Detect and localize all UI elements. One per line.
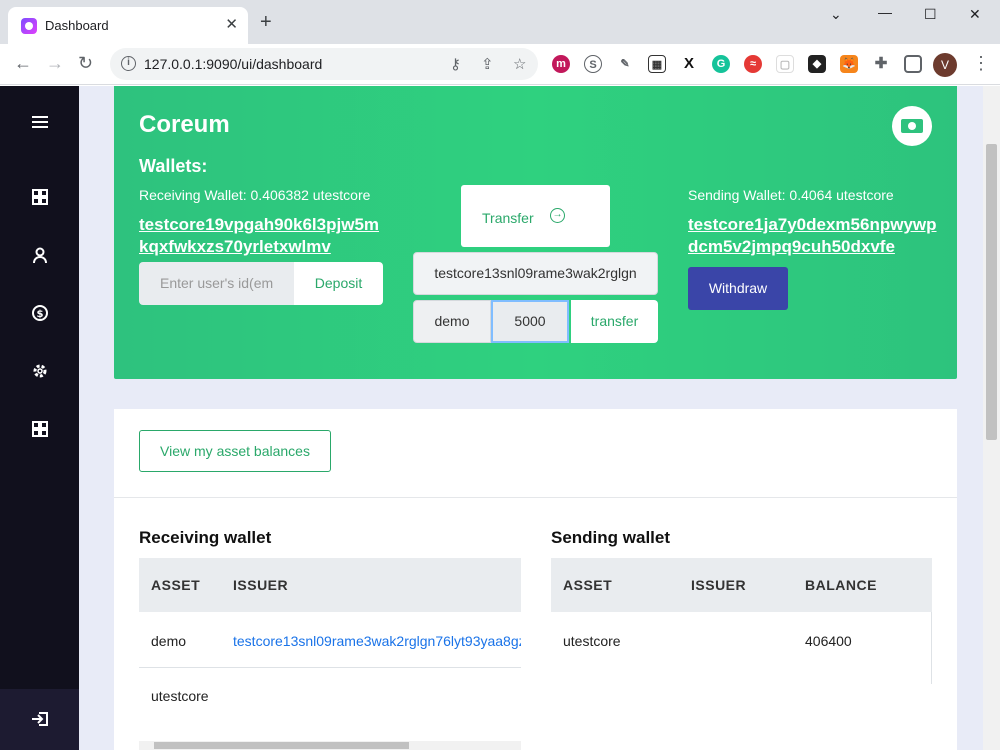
tab-close-icon[interactable]: ✕ (225, 15, 238, 33)
address-bar[interactable]: i 127.0.0.1:9090/ui/dashboard ⚷ ⇪ ☆ (110, 48, 538, 80)
dollar-coin-icon[interactable]: $ (31, 304, 49, 322)
minimize-icon[interactable]: — (878, 4, 892, 20)
qr-code-icon[interactable]: ▦ (648, 55, 666, 73)
sidebar: $ (0, 86, 79, 750)
table-cell-asset: demo (151, 633, 187, 649)
settings-gear-icon[interactable] (31, 362, 49, 380)
share-icon[interactable]: ⇪ (481, 55, 494, 73)
dashboard-grid-icon[interactable] (31, 188, 49, 206)
forward-icon[interactable]: → (46, 53, 64, 73)
profile-avatar[interactable]: V (933, 53, 957, 77)
key-icon[interactable]: ⚷ (450, 55, 461, 73)
sending-wallet-address-link[interactable]: testcore1ja7y0dexm56npwywpdcm5v2jmpq9cuh… (688, 214, 938, 258)
skype-icon[interactable]: S (584, 55, 602, 73)
app-favicon-icon (21, 18, 37, 34)
grid-extension-icon[interactable]: ▢ (776, 55, 794, 73)
back-icon[interactable]: ← (14, 53, 32, 73)
amount-input[interactable]: 5000 (491, 300, 569, 343)
browser-toolbar: ← → ↻ i 127.0.0.1:9090/ui/dashboard ⚷ ⇪ … (0, 44, 1000, 85)
browser-tab[interactable]: Dashboard ✕ (8, 7, 248, 44)
menu-icon[interactable] (31, 113, 49, 131)
sending-wallet-table: ASSET ISSUER BALANCE utestcore 406400 (551, 558, 932, 750)
column-header-balance: BALANCE (805, 577, 877, 593)
brand-title: Coreum (139, 111, 230, 138)
logout-icon[interactable] (31, 710, 49, 728)
site-info-icon[interactable]: i (121, 56, 136, 71)
sending-wallet-heading: Sending wallet (551, 528, 671, 547)
receiving-wallet-label: Receiving Wallet: 0.406382 utestcore (139, 187, 371, 203)
url-text[interactable]: 127.0.0.1:9090/ui/dashboard (144, 56, 322, 72)
deposit-user-id-input[interactable]: Enter user's id(em (139, 262, 294, 305)
wallet-banner: Coreum Wallets: Receiving Wallet: 0.4063… (114, 86, 957, 379)
transfer-submit-button[interactable]: transfer (571, 300, 658, 343)
table-cell-asset: utestcore (563, 633, 621, 649)
red-extension-icon[interactable]: ≈ (744, 55, 762, 73)
cube-extension-icon[interactable]: ◆ (808, 55, 826, 73)
dashboard-page: $ Coreum Wallets: Receiving Wallet: 0.40… (0, 86, 1000, 750)
bird-extension-icon[interactable]: ✎ (616, 55, 634, 73)
maximize-icon[interactable]: ☐ (924, 6, 937, 23)
browser-titlebar: Dashboard ✕ + ⌄ — ☐ ✕ (0, 0, 1000, 44)
tab-search-chevron-icon[interactable]: ⌄ (830, 6, 842, 23)
svg-text:$: $ (37, 309, 44, 320)
logout-area[interactable] (0, 689, 79, 750)
arrow-right-circle-icon: → (550, 208, 565, 223)
money-icon (892, 106, 932, 146)
asset-balances-card: View my asset balances Receiving wallet … (114, 409, 957, 750)
receiving-wallet-address-link[interactable]: testcore19vpgah90k6l3pjw5mkqxfwkxzs70yrl… (139, 214, 384, 258)
column-header-issuer: ISSUER (233, 577, 289, 593)
table-cell-asset: utestcore (151, 688, 209, 704)
tab-title: Dashboard (45, 18, 109, 33)
reload-icon[interactable]: ↻ (78, 53, 93, 73)
x-extension-icon[interactable]: X (680, 55, 698, 73)
deposit-button[interactable]: Deposit (294, 262, 383, 305)
user-icon[interactable] (31, 246, 49, 264)
denom-field[interactable]: demo (413, 300, 491, 343)
table-edge (931, 612, 932, 684)
apps-grid-icon[interactable] (31, 420, 49, 438)
metamask-icon[interactable]: 🦊 (840, 55, 858, 73)
new-tab-icon[interactable]: + (260, 12, 272, 32)
column-header-issuer: ISSUER (691, 577, 747, 593)
table-horizontal-scrollbar[interactable] (139, 741, 521, 750)
column-header-asset: ASSET (563, 577, 613, 593)
side-panel-icon[interactable] (904, 55, 922, 73)
row-divider (139, 667, 521, 668)
close-window-icon[interactable]: ✕ (969, 6, 981, 23)
card-divider (114, 497, 957, 498)
extensions-puzzle-icon[interactable]: ✚ (872, 55, 890, 73)
table-header: ASSET ISSUER BALANCE (551, 558, 932, 612)
view-asset-balances-button[interactable]: View my asset balances (139, 430, 331, 472)
browser-menu-icon[interactable]: ⋮ (972, 53, 990, 73)
withdraw-button[interactable]: Withdraw (688, 267, 788, 310)
wallets-heading: Wallets: (139, 156, 208, 176)
transfer-button[interactable]: Transfer → (461, 185, 610, 247)
receiving-wallet-heading: Receiving wallet (139, 528, 272, 547)
page-scrollbar-thumb[interactable] (986, 144, 997, 440)
sending-wallet-label: Sending Wallet: 0.4064 utestcore (688, 187, 894, 203)
extension-m-icon[interactable]: m (552, 55, 570, 73)
receiving-wallet-table: ASSET ISSUER demo testcore13snl09rame3wa… (139, 558, 521, 750)
bookmark-star-icon[interactable]: ☆ (513, 55, 526, 73)
issuer-field[interactable]: testcore13snl09rame3wak2rglgn (413, 252, 658, 295)
table-header: ASSET ISSUER (139, 558, 521, 612)
table-cell-balance: 406400 (805, 633, 852, 649)
column-header-asset: ASSET (151, 577, 201, 593)
grammarly-icon[interactable]: G (712, 55, 730, 73)
table-cell-issuer-link[interactable]: testcore13snl09rame3wak2rglgn76lyt93yaa8… (233, 633, 521, 649)
transfer-label: Transfer (482, 210, 534, 226)
